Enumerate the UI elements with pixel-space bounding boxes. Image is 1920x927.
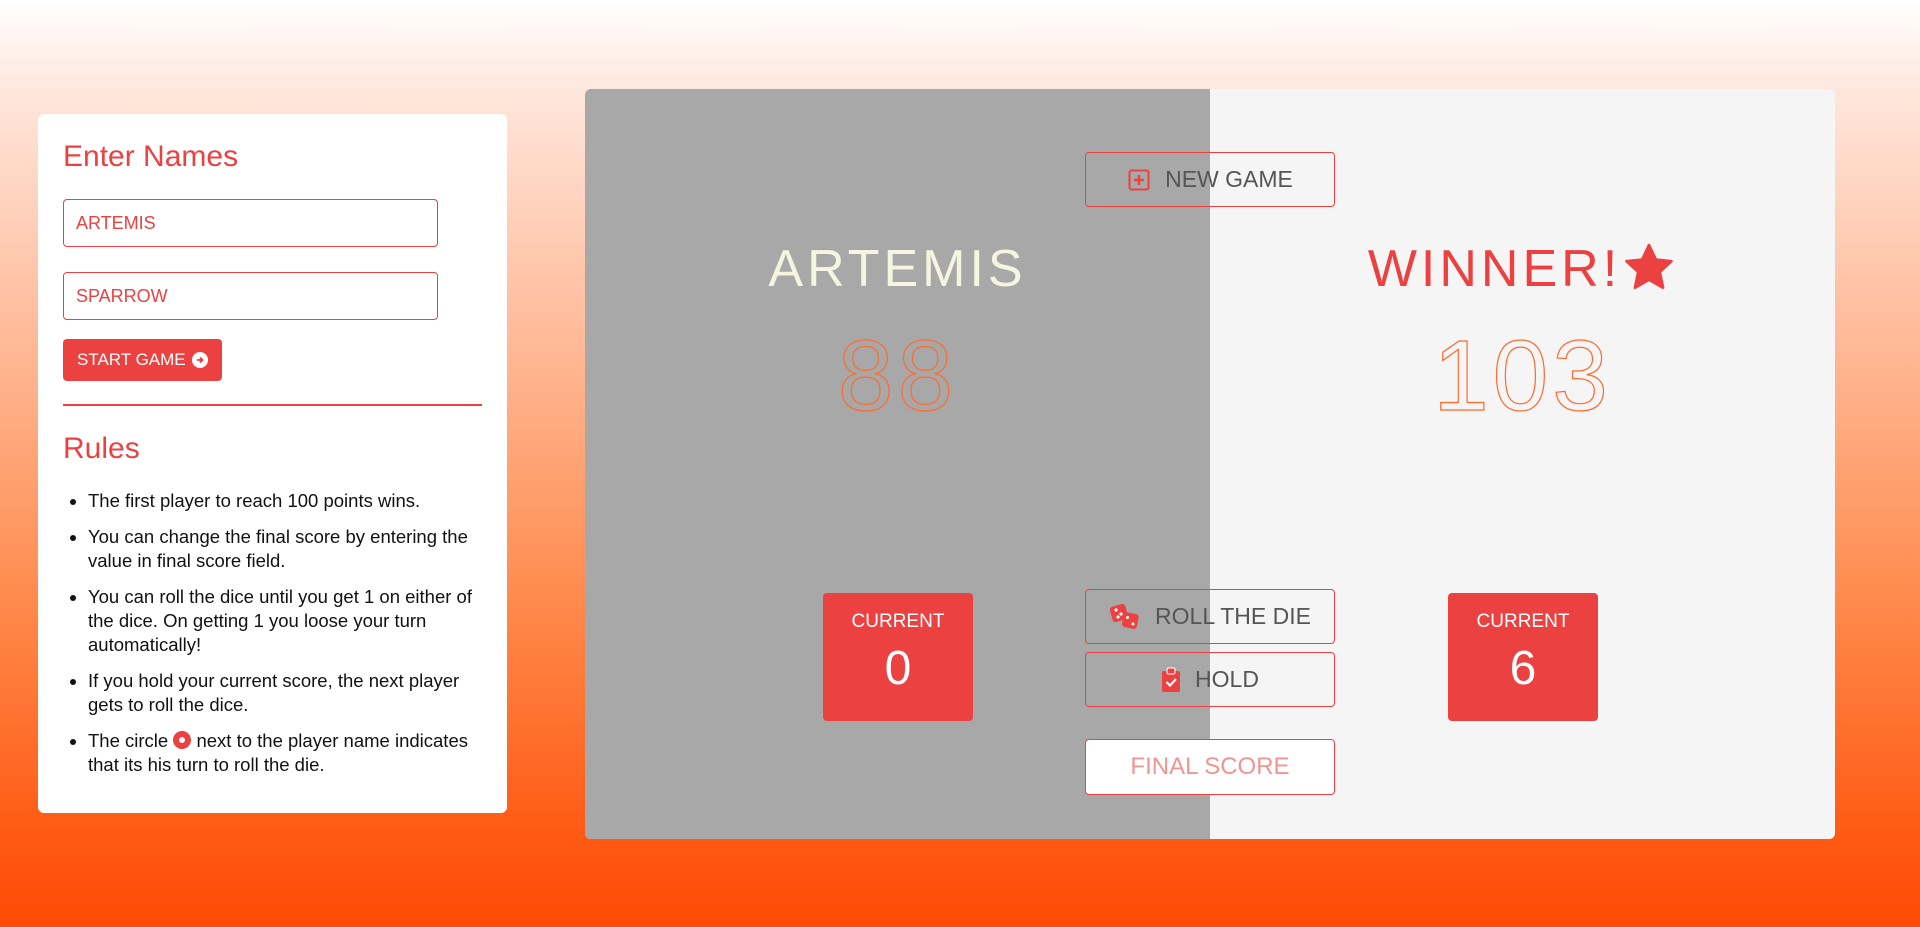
rule-item: If you hold your current score, the next… <box>88 669 482 717</box>
star-icon <box>1625 243 1673 289</box>
active-turn-circle-icon <box>173 731 192 749</box>
rules-list: The first player to reach 100 points win… <box>63 489 482 777</box>
rule-item: You can change the final score by enteri… <box>88 525 482 573</box>
player2-name: WINNER! <box>1367 240 1622 298</box>
new-game-label: NEW GAME <box>1165 166 1293 192</box>
player2-score: 103 <box>1432 319 1612 432</box>
player1-name: ARTEMIS <box>768 240 1027 298</box>
clipboard-check-icon <box>1162 667 1181 692</box>
player1-score: 88 <box>837 319 958 432</box>
hold-button[interactable]: HOLD <box>1085 652 1335 707</box>
rule-item: You can roll the dice until you get 1 on… <box>88 585 482 657</box>
player2-current-label: CURRENT <box>1476 611 1570 632</box>
game-board: ARTEMIS 88 CURRENT 0 WINNER! 103 CURRENT… <box>585 89 1835 839</box>
sidebar-divider <box>63 404 482 406</box>
final-score-input[interactable] <box>1085 739 1335 795</box>
rule5-text-before: The circle <box>88 730 169 751</box>
rule-item: The first player to reach 100 points win… <box>88 489 482 513</box>
enter-names-heading: Enter Names <box>63 140 239 173</box>
dice-icon <box>1109 603 1139 629</box>
rules-heading: Rules <box>63 432 140 465</box>
arrow-circle-right-icon <box>191 352 208 368</box>
roll-die-label: ROLL THE DIE <box>1155 603 1311 629</box>
player2-name-input[interactable] <box>63 272 438 320</box>
player2-current-value: 6 <box>1509 642 1537 695</box>
player2-current-box: CURRENT 6 <box>1448 593 1598 721</box>
new-game-button[interactable]: NEW GAME <box>1085 152 1335 207</box>
roll-die-button[interactable]: ROLL THE DIE <box>1085 589 1335 644</box>
player1-current-box: CURRENT 0 <box>823 593 973 721</box>
player1-current-label: CURRENT <box>851 611 945 632</box>
rule-item: The circle next to the player name indic… <box>88 729 482 777</box>
hold-label: HOLD <box>1195 666 1259 692</box>
player2-name-row: WINNER! <box>1210 239 1835 299</box>
start-game-button[interactable]: START GAME <box>63 339 222 381</box>
sidebar-card: Enter Names START GAME Rules The first p… <box>38 114 507 813</box>
player1-current-value: 0 <box>884 642 912 695</box>
player1-name-input[interactable] <box>63 199 438 247</box>
start-game-label: START GAME <box>77 350 186 369</box>
plus-square-icon <box>1128 169 1150 190</box>
